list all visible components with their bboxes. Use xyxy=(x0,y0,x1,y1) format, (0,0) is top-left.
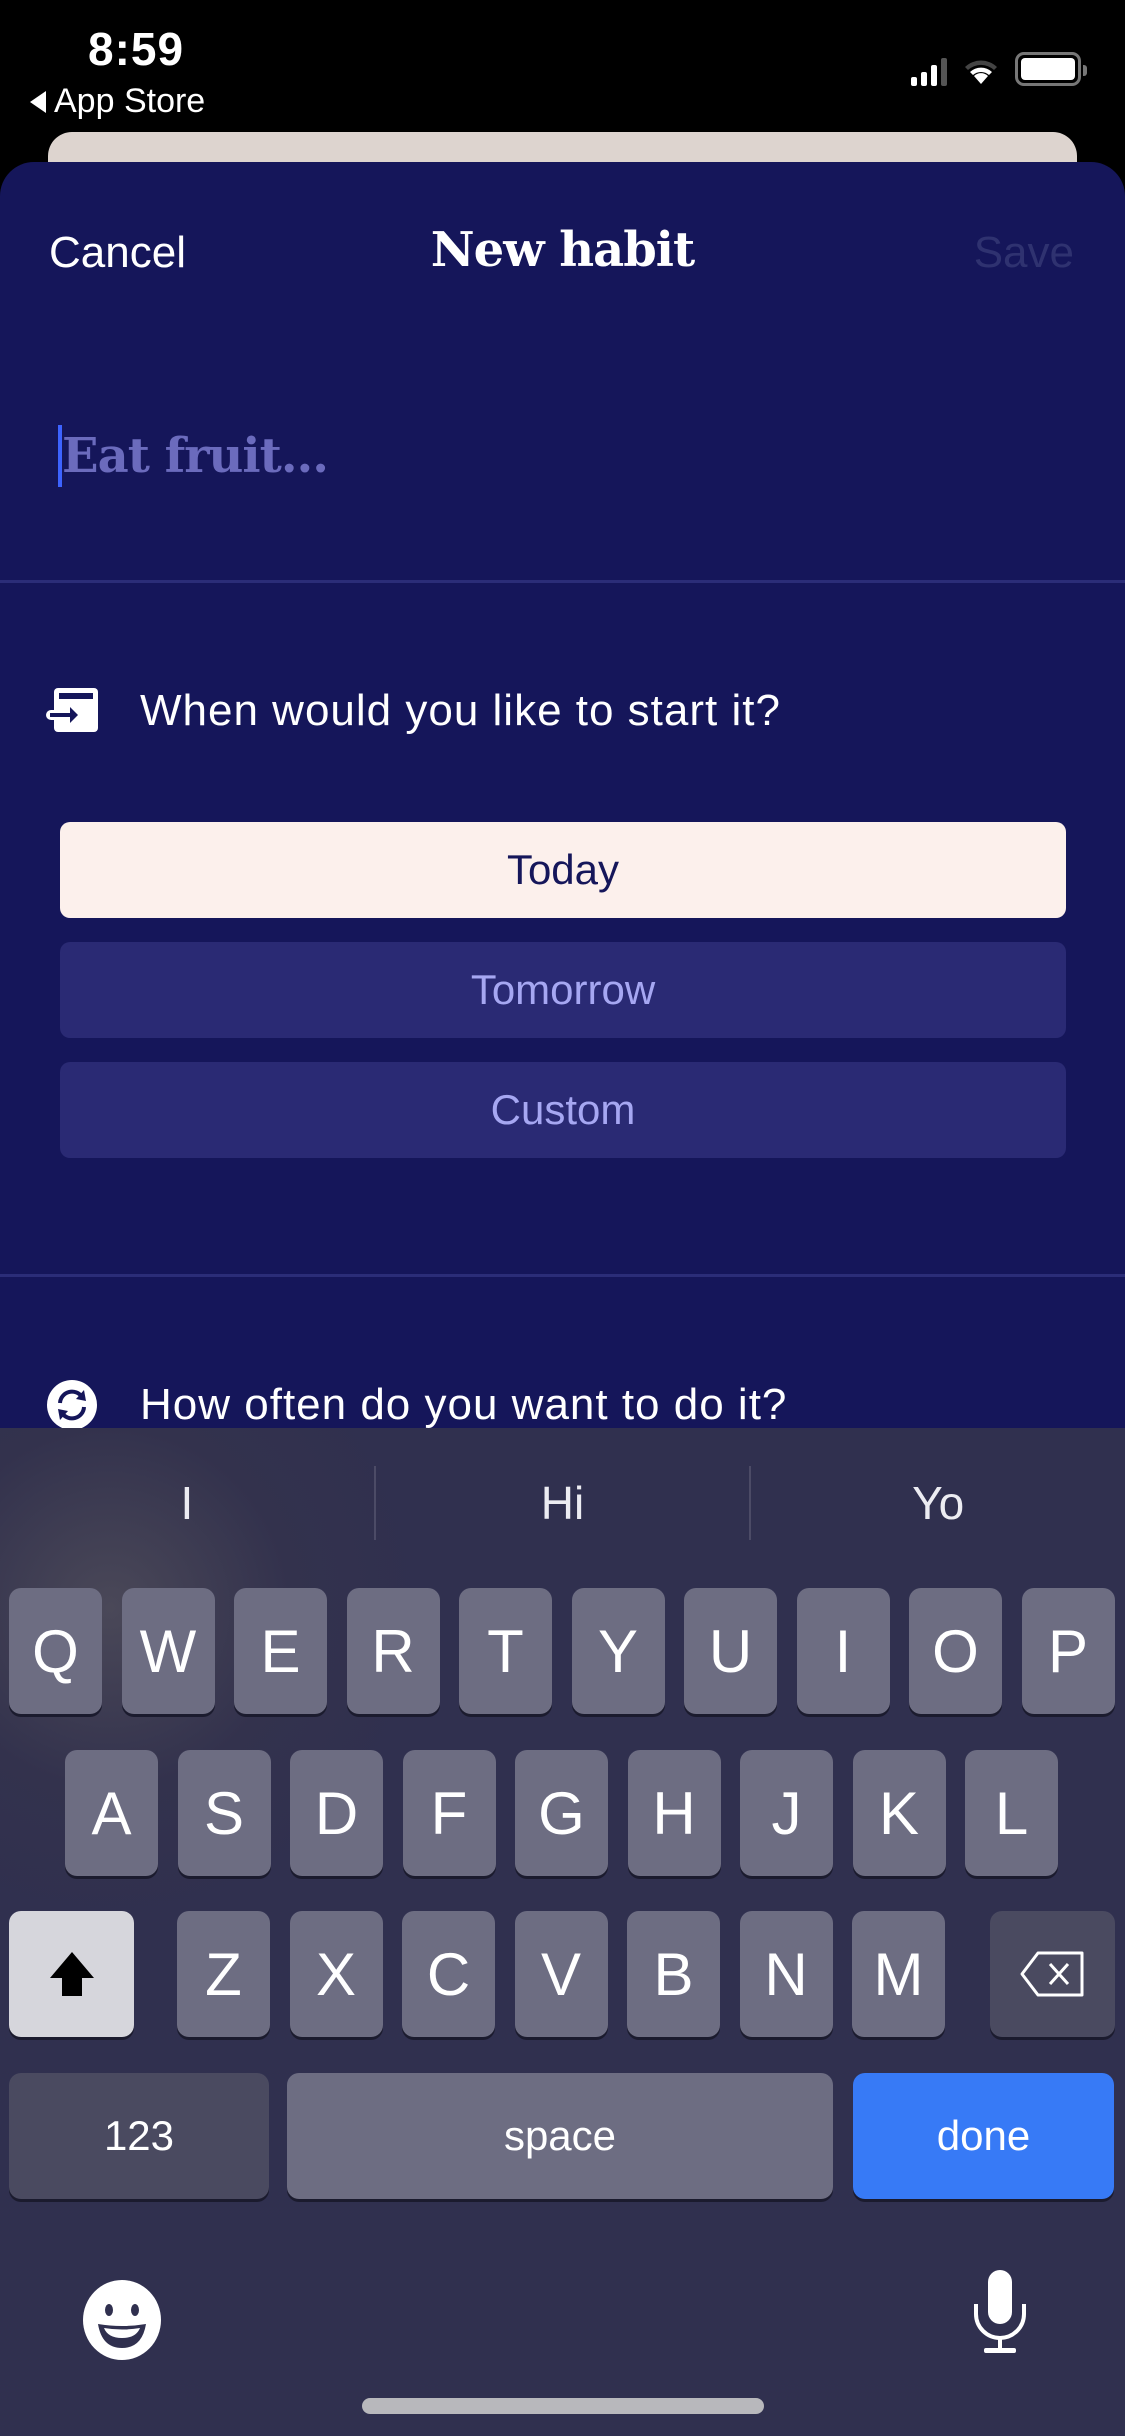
key-m[interactable]: M xyxy=(852,1911,945,2037)
key-n[interactable]: N xyxy=(739,1911,833,2037)
key-d[interactable]: D xyxy=(290,1750,383,1876)
habit-name-field[interactable] xyxy=(58,424,962,488)
key-u[interactable]: U xyxy=(684,1588,777,1714)
key-x[interactable]: X xyxy=(289,1911,383,2037)
key-c[interactable]: C xyxy=(402,1911,495,2037)
frequency-question: How often do you want to do it? xyxy=(140,1380,788,1429)
save-button[interactable]: Save xyxy=(974,228,1074,278)
status-time: 8:59 xyxy=(88,23,185,75)
key-s[interactable]: S xyxy=(177,1750,271,1876)
done-key[interactable]: done xyxy=(853,2073,1114,2199)
nav-bar: Cancel New habit Save xyxy=(0,222,1125,292)
back-app-label: App Store xyxy=(54,82,206,120)
key-p[interactable]: P xyxy=(1021,1588,1115,1714)
key-t[interactable]: T xyxy=(459,1588,552,1714)
key-f[interactable]: F xyxy=(402,1750,496,1876)
wifi-icon xyxy=(965,60,997,84)
status-bar: 8:59 App Store xyxy=(0,0,1125,140)
key-h[interactable]: H xyxy=(627,1750,721,1876)
start-option-today[interactable]: Today xyxy=(60,822,1066,918)
page-title: New habit xyxy=(430,222,695,278)
home-indicator[interactable] xyxy=(362,2398,764,2414)
key-e[interactable]: E xyxy=(234,1588,327,1714)
key-a[interactable]: A xyxy=(65,1750,158,1876)
suggestion-bar: I Hi Yo xyxy=(0,1428,1125,1578)
key-o[interactable]: O xyxy=(909,1588,1002,1714)
shift-icon xyxy=(49,1952,94,1996)
suggestion-item[interactable]: Hi xyxy=(376,1476,750,1530)
key-l[interactable]: L xyxy=(965,1750,1058,1876)
back-to-app-store[interactable]: App Store xyxy=(30,82,205,121)
emoji-icon[interactable] xyxy=(80,2278,164,2362)
key-i[interactable]: I xyxy=(796,1588,890,1714)
backspace-icon xyxy=(1020,1951,1083,1997)
shift-key[interactable] xyxy=(9,1911,134,2037)
numbers-key[interactable]: 123 xyxy=(9,2073,269,2199)
divider xyxy=(0,1274,1125,1277)
calendar-arrow-icon xyxy=(44,686,100,736)
key-g[interactable]: G xyxy=(515,1750,608,1876)
delete-key[interactable] xyxy=(990,1911,1115,2037)
key-b[interactable]: B xyxy=(627,1911,720,2037)
start-option-custom[interactable]: Custom xyxy=(60,1062,1066,1158)
status-icons xyxy=(911,52,1087,86)
space-key[interactable]: space xyxy=(287,2073,833,2199)
suggestion-item[interactable]: Yo xyxy=(751,1476,1125,1530)
key-z[interactable]: Z xyxy=(177,1911,270,2037)
keyboard: I Hi Yo QWERTYUIOP ASDFGHJKL ZXCVBNM 123… xyxy=(0,1428,1125,2436)
repeat-icon xyxy=(44,1380,100,1430)
start-section-header: When would you like to start it? xyxy=(44,686,781,736)
suggestion-item[interactable]: I xyxy=(0,1476,374,1530)
start-option-tomorrow[interactable]: Tomorrow xyxy=(60,942,1066,1038)
key-q[interactable]: Q xyxy=(9,1588,102,1714)
habit-name-input[interactable] xyxy=(62,428,962,484)
key-w[interactable]: W xyxy=(121,1588,215,1714)
back-triangle-icon xyxy=(30,90,46,113)
start-question: When would you like to start it? xyxy=(140,686,781,735)
key-j[interactable]: J xyxy=(740,1750,833,1876)
frequency-section-header: How often do you want to do it? xyxy=(44,1380,787,1430)
key-y[interactable]: Y xyxy=(571,1588,665,1714)
cellular-signal-icon xyxy=(911,58,947,86)
key-r[interactable]: R xyxy=(346,1588,440,1714)
microphone-icon[interactable] xyxy=(968,2268,1032,2358)
key-k[interactable]: K xyxy=(852,1750,946,1876)
divider xyxy=(0,580,1125,583)
battery-icon xyxy=(1015,52,1087,86)
key-v[interactable]: V xyxy=(514,1911,608,2037)
